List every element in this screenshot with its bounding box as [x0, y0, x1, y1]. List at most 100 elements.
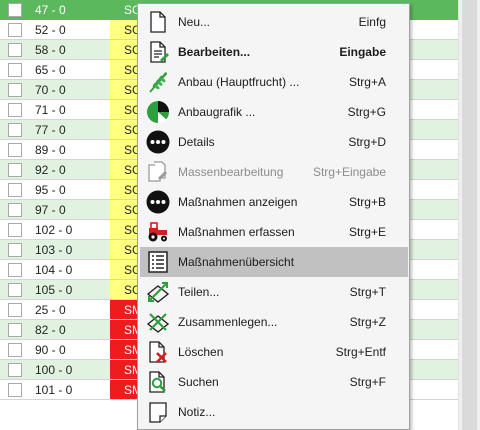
- list-icon: [146, 250, 170, 274]
- menu-item-label: Maßnahmen anzeigen: [178, 195, 298, 209]
- row-name: 104 - 0: [35, 263, 73, 277]
- row-checkbox[interactable]: [8, 223, 22, 237]
- menu-item-note[interactable]: Notiz...: [140, 397, 408, 427]
- menu-item-label: Details: [178, 135, 215, 149]
- row-name: 77 - 0: [35, 123, 66, 137]
- vertical-scrollbar[interactable]: [458, 0, 480, 430]
- row-name: 105 - 0: [35, 283, 73, 297]
- row-type: SG: [110, 60, 140, 79]
- scrollbar-thumb[interactable]: [462, 0, 477, 430]
- row-name: 25 - 0: [35, 303, 66, 317]
- row-checkbox[interactable]: [8, 363, 22, 377]
- search-document-icon: [146, 370, 170, 394]
- row-checkbox[interactable]: [8, 303, 22, 317]
- row-name: 95 - 0: [35, 183, 66, 197]
- row-checkbox[interactable]: [8, 183, 22, 197]
- tractor-icon: [146, 220, 170, 244]
- row-checkbox[interactable]: [8, 103, 22, 117]
- menu-item-shortcut: Einfg: [358, 15, 386, 29]
- menu-item-new[interactable]: Neu... Einfg: [140, 7, 408, 37]
- row-type: SG: [110, 140, 140, 159]
- menu-item-delete[interactable]: Löschen Strg+Entf: [140, 337, 408, 367]
- row-name: 102 - 0: [35, 223, 73, 237]
- delete-document-icon: [146, 340, 170, 364]
- row-name: 47 - 0: [35, 3, 66, 17]
- row-checkbox[interactable]: [8, 343, 22, 357]
- menu-item-shortcut: Strg+T: [349, 285, 386, 299]
- menu-item-label: Massenbearbeitung: [178, 165, 284, 179]
- row-type: SG: [110, 280, 140, 299]
- row-type: SG: [110, 120, 140, 139]
- row-name: 92 - 0: [35, 163, 66, 177]
- menu-item-label: Suchen: [178, 375, 219, 389]
- row-checkbox[interactable]: [8, 203, 22, 217]
- row-name: 89 - 0: [35, 143, 66, 157]
- row-type: SG: [110, 220, 140, 239]
- row-checkbox[interactable]: [8, 43, 22, 57]
- row-name: 100 - 0: [35, 363, 73, 377]
- row-checkbox[interactable]: [8, 143, 22, 157]
- row-checkbox[interactable]: [8, 263, 22, 277]
- row-checkbox[interactable]: [8, 23, 22, 37]
- menu-item-label: Bearbeiten...: [178, 45, 251, 59]
- row-type: SG: [110, 160, 140, 179]
- row-name: 82 - 0: [35, 323, 66, 337]
- row-type: SG: [110, 40, 140, 59]
- row-checkbox[interactable]: [8, 383, 22, 397]
- row-type: SM: [110, 320, 140, 339]
- row-name: 90 - 0: [35, 343, 66, 357]
- edit-document-icon: [146, 40, 170, 64]
- row-name: 97 - 0: [35, 203, 66, 217]
- row-type: SM: [110, 300, 140, 319]
- row-checkbox[interactable]: [8, 83, 22, 97]
- menu-item-details[interactable]: Details Strg+D: [140, 127, 408, 157]
- menu-item-label: Teilen...: [178, 285, 220, 299]
- row-checkbox[interactable]: [8, 243, 22, 257]
- menu-item-cultivation[interactable]: Anbau (Hauptfrucht) ... Strg+A: [140, 67, 408, 97]
- row-name: 71 - 0: [35, 103, 66, 117]
- row-checkbox[interactable]: [8, 3, 22, 17]
- row-checkbox[interactable]: [8, 323, 22, 337]
- menu-item-shortcut: Strg+E: [348, 225, 386, 239]
- menu-item-shortcut: Strg+Entf: [335, 345, 386, 359]
- row-checkbox[interactable]: [8, 283, 22, 297]
- row-checkbox[interactable]: [8, 163, 22, 177]
- context-menu: Neu... Einfg Bearbeiten... Eingabe Anbau…: [137, 3, 410, 430]
- menu-item-measures-overview[interactable]: Maßnahmenübersicht: [140, 247, 408, 277]
- menu-item-merge[interactable]: Zusammenlegen... Strg+Z: [140, 307, 408, 337]
- row-name: 103 - 0: [35, 243, 73, 257]
- menu-item-label: Maßnahmen erfassen: [178, 225, 295, 239]
- row-type: SG: [110, 180, 140, 199]
- menu-item-record-measures[interactable]: Maßnahmen erfassen Strg+E: [140, 217, 408, 247]
- row-name: 101 - 0: [35, 383, 73, 397]
- split-icon: [146, 280, 170, 304]
- menu-item-label: Löschen: [178, 345, 224, 359]
- row-type: SG: [110, 240, 140, 259]
- menu-item-show-measures[interactable]: Maßnahmen anzeigen Strg+B: [140, 187, 408, 217]
- row-name: 52 - 0: [35, 23, 66, 37]
- row-type: SG: [110, 20, 140, 39]
- menu-item-edit[interactable]: Bearbeiten... Eingabe: [140, 37, 408, 67]
- row-checkbox[interactable]: [8, 63, 22, 77]
- menu-item-shortcut: Strg+Z: [349, 315, 386, 329]
- row-checkbox[interactable]: [8, 123, 22, 137]
- row-type: SG: [124, 3, 140, 17]
- menu-item-mass-edit: Massenbearbeitung Strg+Eingabe: [140, 157, 408, 187]
- menu-item-shortcut: Strg+A: [348, 75, 386, 89]
- row-name: 58 - 0: [35, 43, 66, 57]
- menu-item-shortcut: Strg+F: [349, 375, 386, 389]
- menu-item-shortcut: Strg+G: [347, 105, 386, 119]
- menu-item-cultivation-chart[interactable]: Anbaugrafik ... Strg+G: [140, 97, 408, 127]
- menu-item-label: Zusammenlegen...: [178, 315, 278, 329]
- row-name: 65 - 0: [35, 63, 66, 77]
- menu-item-shortcut: Strg+D: [348, 135, 386, 149]
- row-name: 70 - 0: [35, 83, 66, 97]
- menu-item-search[interactable]: Suchen Strg+F: [140, 367, 408, 397]
- wheat-icon: [146, 70, 170, 94]
- row-type: SM: [110, 340, 140, 359]
- menu-item-label: Notiz...: [178, 405, 216, 419]
- menu-item-split[interactable]: Teilen... Strg+T: [140, 277, 408, 307]
- row-type: SG: [110, 200, 140, 219]
- measures-dots-icon: [146, 190, 170, 214]
- row-type: SG: [110, 260, 140, 279]
